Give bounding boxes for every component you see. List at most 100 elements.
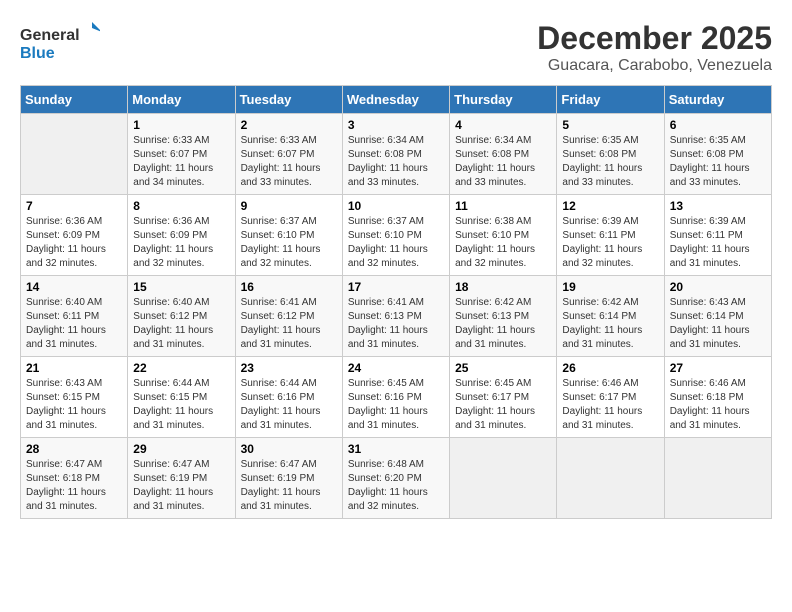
calendar-cell: 12 Sunrise: 6:39 AM Sunset: 6:11 PM Dayl… [557, 195, 664, 276]
header-day-wednesday: Wednesday [342, 86, 449, 114]
sunrise: Sunrise: 6:35 AM [670, 135, 746, 146]
daylight: Daylight: 11 hours and 31 minutes. [562, 325, 642, 350]
day-number: 17 [348, 280, 444, 294]
sunrise: Sunrise: 6:46 AM [562, 378, 638, 389]
sunset: Sunset: 6:07 PM [133, 149, 207, 160]
week-row-3: 14 Sunrise: 6:40 AM Sunset: 6:11 PM Dayl… [21, 276, 772, 357]
calendar-cell: 6 Sunrise: 6:35 AM Sunset: 6:08 PM Dayli… [664, 114, 771, 195]
sunset: Sunset: 6:08 PM [670, 149, 744, 160]
day-info: Sunrise: 6:46 AM Sunset: 6:18 PM Dayligh… [670, 377, 766, 433]
daylight: Daylight: 11 hours and 31 minutes. [670, 244, 750, 269]
day-info: Sunrise: 6:47 AM Sunset: 6:18 PM Dayligh… [26, 458, 122, 514]
calendar-cell: 21 Sunrise: 6:43 AM Sunset: 6:15 PM Dayl… [21, 357, 128, 438]
calendar-cell: 17 Sunrise: 6:41 AM Sunset: 6:13 PM Dayl… [342, 276, 449, 357]
day-number: 27 [670, 361, 766, 375]
daylight: Daylight: 11 hours and 31 minutes. [670, 406, 750, 431]
sunrise: Sunrise: 6:48 AM [348, 459, 424, 470]
sunrise: Sunrise: 6:46 AM [670, 378, 746, 389]
daylight: Daylight: 11 hours and 33 minutes. [348, 163, 428, 188]
daylight: Daylight: 11 hours and 31 minutes. [241, 487, 321, 512]
daylight: Daylight: 11 hours and 31 minutes. [241, 406, 321, 431]
calendar-cell: 11 Sunrise: 6:38 AM Sunset: 6:10 PM Dayl… [450, 195, 557, 276]
calendar-cell: 16 Sunrise: 6:41 AM Sunset: 6:12 PM Dayl… [235, 276, 342, 357]
sunset: Sunset: 6:08 PM [455, 149, 529, 160]
daylight: Daylight: 11 hours and 32 minutes. [133, 244, 213, 269]
sunset: Sunset: 6:19 PM [241, 473, 315, 484]
calendar-cell: 22 Sunrise: 6:44 AM Sunset: 6:15 PM Dayl… [128, 357, 235, 438]
sunrise: Sunrise: 6:45 AM [455, 378, 531, 389]
sunrise: Sunrise: 6:38 AM [455, 216, 531, 227]
logo: General Blue [20, 20, 100, 65]
day-number: 16 [241, 280, 337, 294]
calendar-cell: 14 Sunrise: 6:40 AM Sunset: 6:11 PM Dayl… [21, 276, 128, 357]
daylight: Daylight: 11 hours and 34 minutes. [133, 163, 213, 188]
day-info: Sunrise: 6:33 AM Sunset: 6:07 PM Dayligh… [133, 134, 229, 190]
calendar-cell: 30 Sunrise: 6:47 AM Sunset: 6:19 PM Dayl… [235, 438, 342, 519]
day-info: Sunrise: 6:33 AM Sunset: 6:07 PM Dayligh… [241, 134, 337, 190]
sunset: Sunset: 6:11 PM [670, 230, 743, 241]
location-subtitle: Guacara, Carabobo, Venezuela [537, 57, 772, 75]
day-number: 4 [455, 118, 551, 132]
day-number: 31 [348, 442, 444, 456]
calendar-cell: 5 Sunrise: 6:35 AM Sunset: 6:08 PM Dayli… [557, 114, 664, 195]
day-info: Sunrise: 6:35 AM Sunset: 6:08 PM Dayligh… [670, 134, 766, 190]
sunset: Sunset: 6:20 PM [348, 473, 422, 484]
calendar-cell: 13 Sunrise: 6:39 AM Sunset: 6:11 PM Dayl… [664, 195, 771, 276]
calendar-cell [557, 438, 664, 519]
day-info: Sunrise: 6:37 AM Sunset: 6:10 PM Dayligh… [241, 215, 337, 271]
sunrise: Sunrise: 6:45 AM [348, 378, 424, 389]
day-info: Sunrise: 6:47 AM Sunset: 6:19 PM Dayligh… [241, 458, 337, 514]
sunrise: Sunrise: 6:35 AM [562, 135, 638, 146]
day-info: Sunrise: 6:42 AM Sunset: 6:14 PM Dayligh… [562, 296, 658, 352]
daylight: Daylight: 11 hours and 32 minutes. [455, 244, 535, 269]
sunset: Sunset: 6:13 PM [455, 311, 529, 322]
daylight: Daylight: 11 hours and 31 minutes. [26, 406, 106, 431]
day-info: Sunrise: 6:44 AM Sunset: 6:15 PM Dayligh… [133, 377, 229, 433]
header-day-tuesday: Tuesday [235, 86, 342, 114]
calendar-cell: 4 Sunrise: 6:34 AM Sunset: 6:08 PM Dayli… [450, 114, 557, 195]
sunrise: Sunrise: 6:39 AM [670, 216, 746, 227]
daylight: Daylight: 11 hours and 32 minutes. [348, 487, 428, 512]
calendar-cell: 23 Sunrise: 6:44 AM Sunset: 6:16 PM Dayl… [235, 357, 342, 438]
day-info: Sunrise: 6:34 AM Sunset: 6:08 PM Dayligh… [348, 134, 444, 190]
day-number: 2 [241, 118, 337, 132]
sunrise: Sunrise: 6:34 AM [348, 135, 424, 146]
daylight: Daylight: 11 hours and 31 minutes. [455, 406, 535, 431]
sunrise: Sunrise: 6:33 AM [133, 135, 209, 146]
day-info: Sunrise: 6:40 AM Sunset: 6:11 PM Dayligh… [26, 296, 122, 352]
day-info: Sunrise: 6:43 AM Sunset: 6:15 PM Dayligh… [26, 377, 122, 433]
sunset: Sunset: 6:16 PM [348, 392, 422, 403]
day-info: Sunrise: 6:39 AM Sunset: 6:11 PM Dayligh… [670, 215, 766, 271]
day-info: Sunrise: 6:42 AM Sunset: 6:13 PM Dayligh… [455, 296, 551, 352]
sunrise: Sunrise: 6:43 AM [670, 297, 746, 308]
calendar-table: SundayMondayTuesdayWednesdayThursdayFrid… [20, 85, 772, 519]
daylight: Daylight: 11 hours and 33 minutes. [455, 163, 535, 188]
calendar-cell: 24 Sunrise: 6:45 AM Sunset: 6:16 PM Dayl… [342, 357, 449, 438]
title-area: December 2025 Guacara, Carabobo, Venezue… [537, 20, 772, 75]
daylight: Daylight: 11 hours and 31 minutes. [133, 325, 213, 350]
daylight: Daylight: 11 hours and 31 minutes. [26, 325, 106, 350]
day-info: Sunrise: 6:48 AM Sunset: 6:20 PM Dayligh… [348, 458, 444, 514]
day-info: Sunrise: 6:34 AM Sunset: 6:08 PM Dayligh… [455, 134, 551, 190]
daylight: Daylight: 11 hours and 32 minutes. [348, 244, 428, 269]
sunset: Sunset: 6:08 PM [562, 149, 636, 160]
header-day-monday: Monday [128, 86, 235, 114]
day-info: Sunrise: 6:45 AM Sunset: 6:16 PM Dayligh… [348, 377, 444, 433]
calendar-cell: 25 Sunrise: 6:45 AM Sunset: 6:17 PM Dayl… [450, 357, 557, 438]
sunset: Sunset: 6:11 PM [562, 230, 635, 241]
sunrise: Sunrise: 6:47 AM [26, 459, 102, 470]
header: General Blue December 2025 Guacara, Cara… [20, 20, 772, 75]
daylight: Daylight: 11 hours and 31 minutes. [241, 325, 321, 350]
day-info: Sunrise: 6:44 AM Sunset: 6:16 PM Dayligh… [241, 377, 337, 433]
svg-text:General: General [20, 27, 80, 44]
sunset: Sunset: 6:10 PM [241, 230, 315, 241]
sunrise: Sunrise: 6:40 AM [133, 297, 209, 308]
calendar-cell: 31 Sunrise: 6:48 AM Sunset: 6:20 PM Dayl… [342, 438, 449, 519]
header-day-friday: Friday [557, 86, 664, 114]
sunrise: Sunrise: 6:42 AM [562, 297, 638, 308]
week-row-5: 28 Sunrise: 6:47 AM Sunset: 6:18 PM Dayl… [21, 438, 772, 519]
sunset: Sunset: 6:10 PM [455, 230, 529, 241]
calendar-cell: 10 Sunrise: 6:37 AM Sunset: 6:10 PM Dayl… [342, 195, 449, 276]
day-info: Sunrise: 6:47 AM Sunset: 6:19 PM Dayligh… [133, 458, 229, 514]
day-number: 7 [26, 199, 122, 213]
